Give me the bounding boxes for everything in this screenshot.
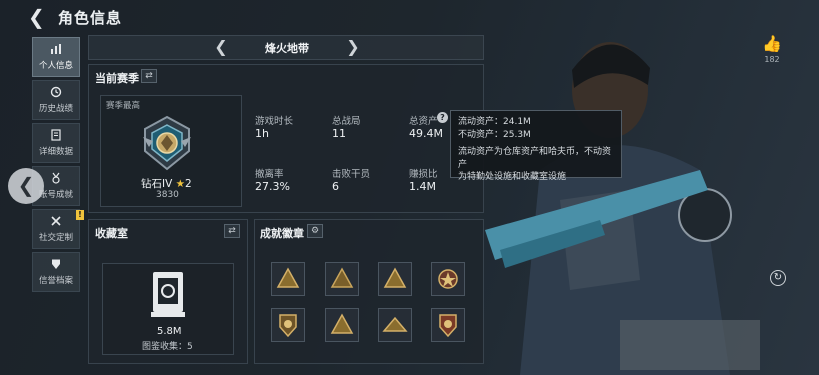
rank-points: 3830 bbox=[156, 190, 179, 200]
nav-item-label: 详细数据 bbox=[38, 147, 73, 157]
tooltip-line: 不动资产：25.3M bbox=[458, 129, 531, 140]
switch-icon[interactable]: ⇄ bbox=[224, 224, 240, 238]
stat-label: 撤离率 bbox=[255, 169, 284, 180]
section-title: 成就徽章 bbox=[260, 227, 304, 240]
asset-tooltip: 流动资产：24.1M 不动资产：25.3M 流动资产为仓库资产和哈夫币，不动资产… bbox=[450, 110, 622, 182]
stat-label: 击败干员 bbox=[332, 169, 371, 180]
nav-item-label: 信誉档案 bbox=[38, 276, 73, 286]
gear-icon[interactable]: ⚙ bbox=[307, 224, 323, 238]
nav-item-social[interactable]: ! 社交定制 bbox=[32, 209, 84, 249]
stat-label: 游戏时长 bbox=[255, 116, 294, 127]
rank-name: 钻石IV ★2 bbox=[141, 176, 192, 191]
display-case-icon bbox=[150, 270, 186, 318]
alert-badge: ! bbox=[76, 210, 84, 220]
nav-item-label: 账号成就 bbox=[38, 190, 73, 200]
nav-item-detail-data[interactable]: 详细数据 bbox=[32, 123, 80, 163]
nav-item-personal-info[interactable]: 个人信息 bbox=[32, 37, 80, 77]
nav-item-label: 历史战绩 bbox=[38, 104, 73, 114]
season-best-label: 赛季最高 bbox=[106, 101, 141, 111]
stat-value: 1.4M bbox=[409, 180, 436, 193]
page-title: 角色信息 bbox=[58, 9, 123, 27]
section-title: 当前赛季 bbox=[95, 72, 139, 85]
stat-value: 27.3% bbox=[255, 180, 290, 193]
stat-value: 6 bbox=[332, 180, 339, 193]
chevron-right-icon[interactable]: ❯ bbox=[343, 36, 363, 59]
achievement-badge[interactable] bbox=[431, 262, 465, 296]
shield-icon bbox=[33, 258, 79, 274]
stat-value: 1h bbox=[255, 127, 269, 140]
star-icon: ★ bbox=[175, 178, 186, 190]
stat-label: 总战局 bbox=[332, 116, 361, 127]
stat-value: 49.4M bbox=[409, 127, 443, 140]
achievement-badge[interactable] bbox=[271, 262, 305, 296]
achievement-badge[interactable] bbox=[431, 308, 465, 342]
thumbs-up-icon[interactable]: 👍 bbox=[762, 34, 782, 53]
section-title: 收藏室 bbox=[95, 227, 128, 240]
achievement-badge[interactable] bbox=[325, 262, 359, 296]
nav-item-history[interactable]: 历史战绩 bbox=[32, 80, 80, 120]
switch-icon[interactable]: ⇄ bbox=[141, 69, 157, 83]
tooltip-line: 为特勤处设施和收藏室设施 bbox=[458, 172, 567, 182]
achievement-badge[interactable] bbox=[271, 308, 305, 342]
achievement-badge[interactable] bbox=[325, 308, 359, 342]
nav-item-credit[interactable]: 信誉档案 bbox=[32, 252, 80, 292]
rank-emblem-icon bbox=[141, 115, 193, 171]
rotate-icon[interactable]: ↻ bbox=[770, 270, 786, 286]
document-icon bbox=[33, 129, 79, 145]
achievement-badge[interactable] bbox=[378, 308, 412, 342]
rank-tier: 钻石IV bbox=[141, 178, 173, 190]
collection-value: 5.8M bbox=[157, 326, 182, 337]
stat-label: 赚损比 bbox=[409, 169, 438, 180]
stat-value: 11 bbox=[332, 127, 346, 140]
tooltip-line: 流动资产：24.1M bbox=[458, 117, 531, 127]
tooltip-line: 流动资产为仓库资产和哈夫币，不动资产 bbox=[458, 147, 612, 170]
back-button[interactable]: ❮ bbox=[28, 6, 50, 28]
bar-chart-icon bbox=[33, 43, 79, 59]
tools-icon bbox=[33, 215, 79, 231]
nav-item-label: 社交定制 bbox=[38, 233, 73, 243]
achievement-badge[interactable] bbox=[378, 262, 412, 296]
rank-stars: 2 bbox=[185, 178, 192, 190]
map-name: 烽火地带 bbox=[265, 42, 309, 55]
history-icon bbox=[33, 86, 79, 102]
prev-arrow-button[interactable]: ❮ bbox=[8, 168, 44, 204]
nav-item-label: 个人信息 bbox=[38, 61, 73, 71]
stat-label: 总资产 bbox=[409, 116, 438, 127]
collection-progress: 图鉴收集：5 bbox=[142, 342, 193, 352]
like-count: 182 bbox=[764, 55, 780, 64]
character-model bbox=[480, 20, 780, 375]
side-nav: 个人信息 历史战绩 详细数据 账号成就 ! 社交定制 信誉档案 bbox=[32, 37, 84, 295]
season-selector: ❮ 烽火地带 ❯ bbox=[88, 35, 484, 60]
help-icon[interactable]: ? bbox=[437, 112, 448, 123]
